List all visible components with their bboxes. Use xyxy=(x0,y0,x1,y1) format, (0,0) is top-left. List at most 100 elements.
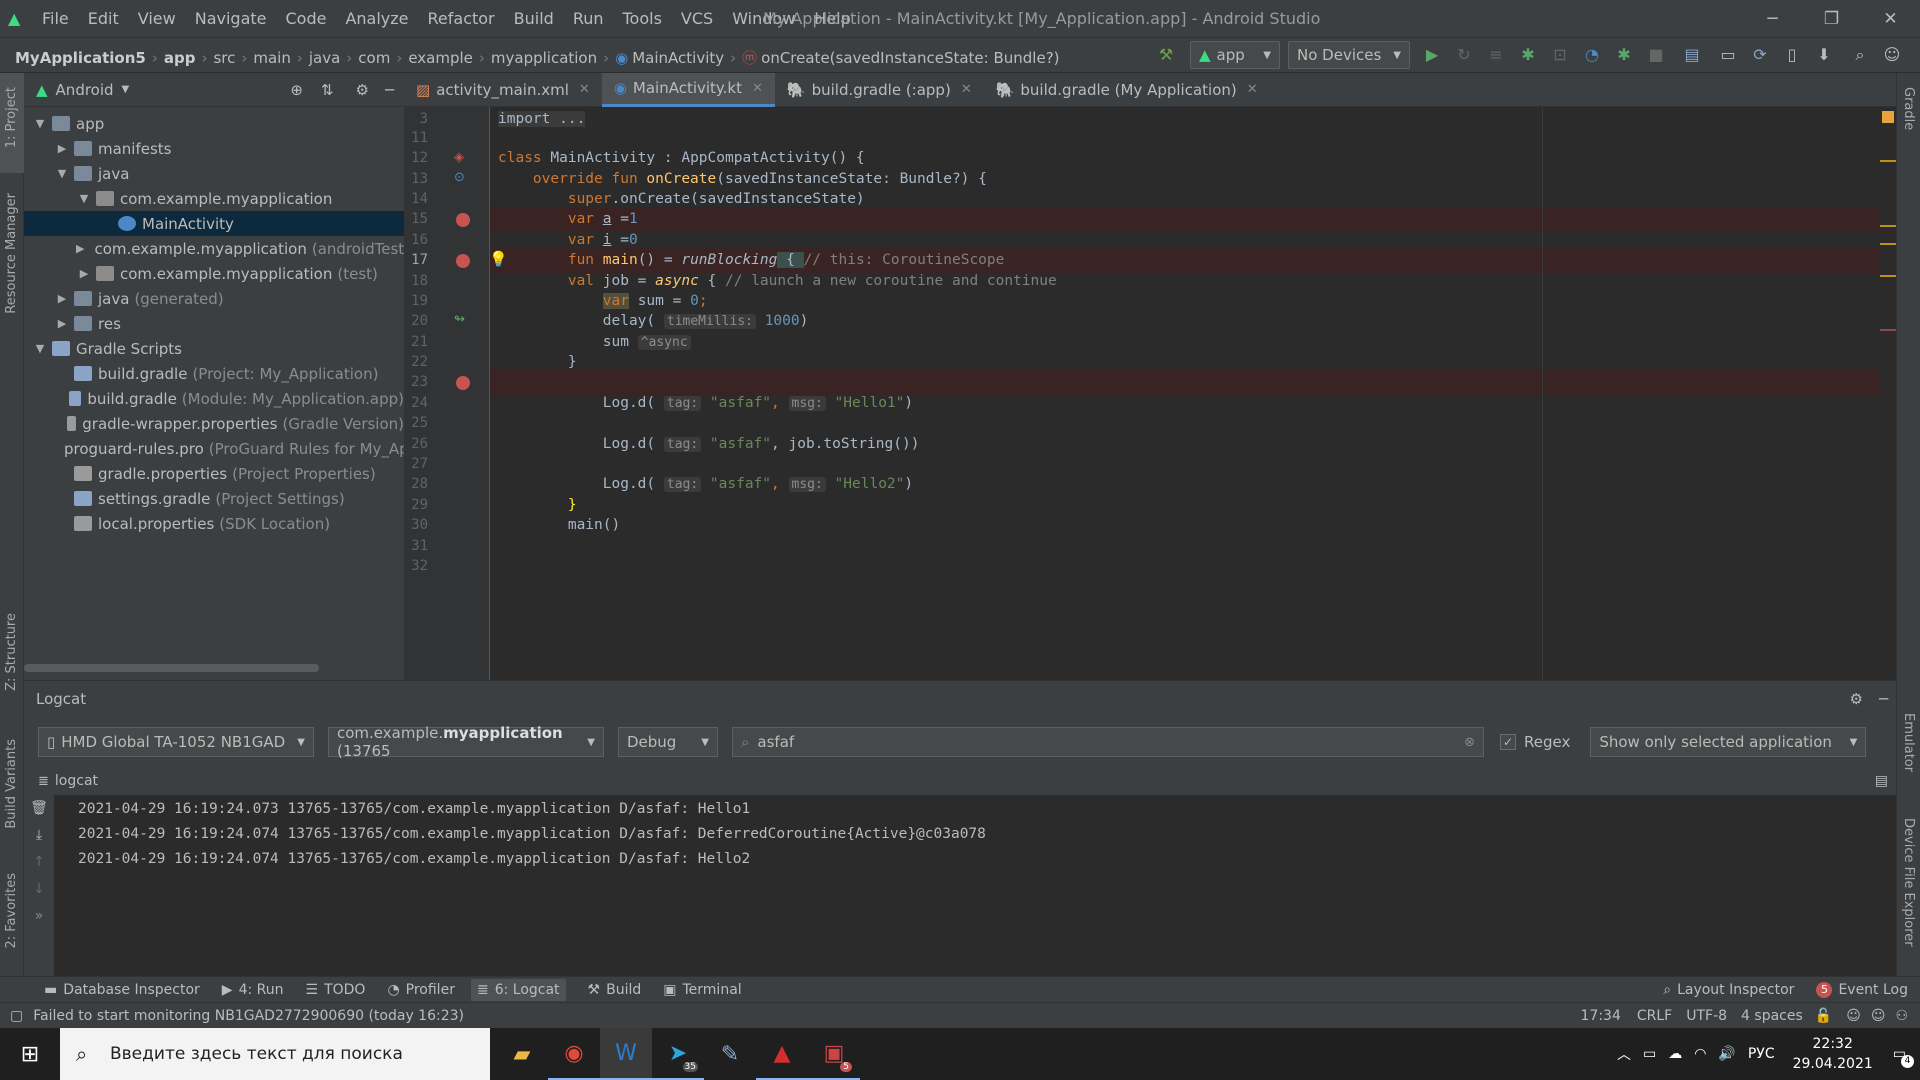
tool-terminal[interactable]: ▣Terminal xyxy=(663,982,741,998)
status-message[interactable]: Failed to start monitoring NB1GAD2772900… xyxy=(33,1008,464,1024)
tool-database-inspector[interactable]: ▬Database Inspector xyxy=(44,982,200,998)
close-icon[interactable]: ✕ xyxy=(1861,9,1920,29)
breadcrumb-src[interactable]: src xyxy=(213,49,235,67)
stop-icon[interactable]: ■ xyxy=(1646,45,1666,65)
tree-item[interactable]: build.gradle(Project: My_Application) xyxy=(24,361,404,386)
tray-chevron-up-icon[interactable]: ︿ xyxy=(1617,1044,1631,1064)
memory-icon[interactable]: ⚇ xyxy=(1895,1008,1908,1024)
scroll-to-end-icon[interactable]: ⤓ xyxy=(24,822,54,849)
apply-changes-icon[interactable]: ↻ xyxy=(1454,45,1474,65)
layout-icon[interactable]: ▤ xyxy=(1875,773,1888,789)
breadcrumb-java[interactable]: java xyxy=(309,49,340,67)
layout-icon[interactable]: ▭ xyxy=(1718,45,1738,65)
gear-icon[interactable]: ⚙ xyxy=(356,81,369,99)
tree-item[interactable]: ▼app xyxy=(24,111,404,136)
file-encoding[interactable]: UTF-8 xyxy=(1686,1008,1727,1024)
project-tool-label[interactable]: 1: Project xyxy=(4,87,19,148)
inspection-icon[interactable]: ☺ xyxy=(1846,1008,1861,1024)
emulator-tool-label[interactable]: Emulator xyxy=(1901,713,1916,772)
expanded-arrow-icon[interactable]: ▼ xyxy=(32,117,48,130)
error-stripe[interactable] xyxy=(1880,107,1896,680)
hide-icon[interactable]: ─ xyxy=(1879,690,1888,708)
project-structure-icon[interactable]: ▤ xyxy=(1682,45,1702,65)
chevron-down-icon[interactable]: ▼ xyxy=(122,84,130,95)
indent-setting[interactable]: 4 spaces xyxy=(1741,1008,1803,1024)
menu-refactor[interactable]: Refactor xyxy=(428,9,495,28)
expanded-arrow-icon[interactable]: ▼ xyxy=(32,342,48,355)
breadcrumb-main[interactable]: main xyxy=(253,49,290,67)
taskbar-search[interactable]: ⌕ Введите здесь текст для поиска xyxy=(60,1028,490,1080)
menu-navigate[interactable]: Navigate xyxy=(195,9,267,28)
acrobat-icon[interactable]: ▲ xyxy=(756,1028,808,1080)
tab-build-gradle-app[interactable]: 🐘 build.gradle (:app)✕ xyxy=(775,73,984,107)
warning-marker[interactable] xyxy=(1880,275,1896,277)
up-icon[interactable]: ↑ xyxy=(24,849,54,876)
tree-item[interactable]: ▼java xyxy=(24,161,404,186)
file-explorer-icon[interactable]: ▰ xyxy=(496,1028,548,1080)
apply-code-changes-icon[interactable]: ≡ xyxy=(1486,45,1506,65)
menu-run[interactable]: Run xyxy=(573,9,604,28)
tree-item[interactable]: ▶com.example.myapplication(androidTest) xyxy=(24,236,404,261)
menu-build[interactable]: Build xyxy=(514,9,554,28)
notifications-icon[interactable]: ▭4 xyxy=(1893,1046,1906,1062)
breadcrumb-project[interactable]: MyApplication5 xyxy=(15,49,146,67)
volume-icon[interactable]: 🔊 xyxy=(1718,1046,1735,1062)
collapsed-arrow-icon[interactable]: ▶ xyxy=(54,317,70,330)
close-icon[interactable]: ✕ xyxy=(579,82,590,97)
warning-marker[interactable] xyxy=(1880,160,1896,162)
telegram-icon[interactable]: ➤35 xyxy=(652,1028,704,1080)
expanded-arrow-icon[interactable]: ▼ xyxy=(76,192,92,205)
device-select[interactable]: No Devices ▼ xyxy=(1288,41,1410,69)
horizontal-scrollbar[interactable] xyxy=(24,664,319,672)
class-marker-icon[interactable]: ◈ xyxy=(454,150,464,165)
run-config-select[interactable]: ▲ app ▼ xyxy=(1190,41,1280,69)
menu-view[interactable]: View xyxy=(138,9,176,28)
breadcrumb-example[interactable]: example xyxy=(408,49,473,67)
tab-build-gradle-project[interactable]: 🐘 build.gradle (My Application)✕ xyxy=(984,73,1270,107)
log-search-input[interactable]: ⌕ asfaf ⊗ xyxy=(732,727,1484,757)
chrome-icon[interactable]: ◉ xyxy=(548,1028,600,1080)
hide-icon[interactable]: ─ xyxy=(385,81,394,99)
error-marker[interactable] xyxy=(1880,329,1896,331)
favorites-label[interactable]: 2: Favorites xyxy=(4,873,19,949)
tree-item[interactable]: ▶manifests xyxy=(24,136,404,161)
gear-icon[interactable]: ⚙ xyxy=(1850,690,1863,708)
log-level-select[interactable]: Debug ▼ xyxy=(618,727,718,757)
tool-layout-inspector[interactable]: ⌕Layout Inspector xyxy=(1663,982,1794,998)
debug-attach-icon[interactable]: ✱ xyxy=(1614,45,1634,65)
close-icon[interactable]: ✕ xyxy=(1247,82,1258,97)
collapsed-arrow-icon[interactable]: ▶ xyxy=(76,267,92,280)
app-icon[interactable]: ▣5 xyxy=(808,1028,860,1080)
collapsed-arrow-icon[interactable]: ▶ xyxy=(54,292,70,305)
tree-item[interactable]: gradle.properties(Project Properties) xyxy=(24,461,404,486)
clear-icon[interactable]: ⊗ xyxy=(1464,735,1475,750)
caret-position[interactable]: 17:34 xyxy=(1581,1008,1621,1024)
override-marker-icon[interactable]: ⊙ xyxy=(454,170,465,185)
locate-icon[interactable]: ⊕ xyxy=(290,81,303,99)
tree-item[interactable]: ▶com.example.myapplication(test) xyxy=(24,261,404,286)
onedrive-icon[interactable]: ☁ xyxy=(1668,1046,1682,1062)
project-view-mode[interactable]: Android xyxy=(56,81,114,99)
breadcrumb-com[interactable]: com xyxy=(358,49,390,67)
lock-icon[interactable]: 🔓 xyxy=(1815,1008,1832,1024)
close-icon[interactable]: ✕ xyxy=(961,82,972,97)
run-icon[interactable]: ▶ xyxy=(1422,45,1442,65)
tool-build[interactable]: ⚒Build xyxy=(588,982,642,998)
tool-event-log[interactable]: 5Event Log xyxy=(1816,982,1908,998)
tree-item[interactable]: ▼Gradle Scripts xyxy=(24,336,404,361)
profile-icon[interactable]: ◔ xyxy=(1582,45,1602,65)
collapsed-arrow-icon[interactable]: ▶ xyxy=(54,142,70,155)
breadcrumb-mainactivity[interactable]: MainActivity xyxy=(632,49,724,67)
clock[interactable]: 22:32 29.04.2021 xyxy=(1793,1034,1873,1074)
tab-mainactivity-kt[interactable]: ◉ MainActivity.kt✕ xyxy=(602,73,775,107)
gradle-tool-label[interactable]: Gradle xyxy=(1901,87,1916,130)
avd-manager-icon[interactable]: ▯ xyxy=(1782,45,1802,65)
structure-label[interactable]: Z: Structure xyxy=(4,613,19,691)
minimize-icon[interactable]: ─ xyxy=(1743,9,1802,29)
tool-logcat[interactable]: ≣6: Logcat xyxy=(471,979,566,1001)
battery-icon[interactable]: ▭ xyxy=(1643,1046,1656,1062)
menu-vcs[interactable]: VCS xyxy=(681,9,713,28)
breakpoint-icon[interactable] xyxy=(456,213,470,227)
build-variants-label[interactable]: Build Variants xyxy=(4,739,19,829)
breadcrumb-oncreate[interactable]: onCreate(savedInstanceState: Bundle?) xyxy=(761,49,1059,67)
